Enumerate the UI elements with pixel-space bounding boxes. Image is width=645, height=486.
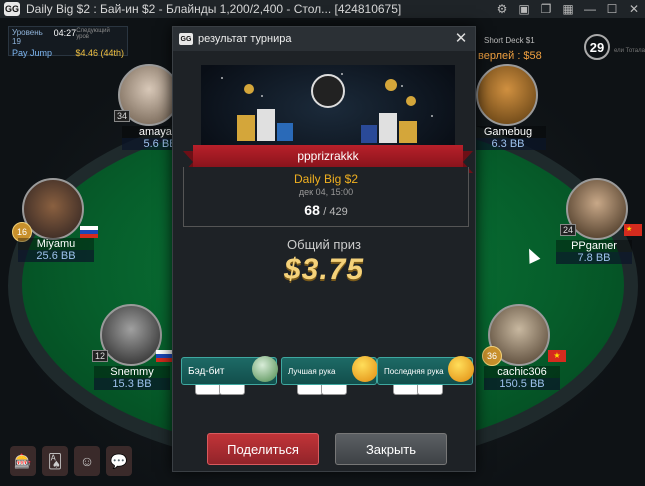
best-hand-button[interactable]: Лучшая рука [281, 356, 378, 385]
bad-beat-button[interactable]: Бэд-бит [181, 356, 278, 385]
hand-label: Бэд-бит [188, 365, 225, 377]
app-logo: GG [4, 2, 20, 16]
prize-label: Общий приз [287, 237, 361, 252]
globe-emoji-icon [252, 356, 278, 382]
close-button[interactable]: Закрыть [335, 433, 447, 465]
bottom-left-toolbar: 🎰 🂡 ☺ 💬 [10, 446, 132, 476]
player-label-miyamu: Miyamu 25.6 BB [18, 238, 94, 262]
maximize-icon[interactable]: ☐ [601, 0, 623, 18]
seat-number-badge: 24 [560, 224, 577, 236]
emote-icon[interactable]: ☺ [74, 446, 100, 476]
window-title: Daily Big $2 : Бай-ин $2 - Блайнды 1,200… [26, 2, 402, 16]
tables-icon[interactable]: ❐ [535, 0, 557, 18]
dialog-header: GG результат турнира ✕ [173, 27, 475, 51]
china-flag-icon: ★ [624, 224, 642, 236]
hand-history-icon[interactable]: 🂡 [42, 446, 68, 476]
next-level-label: Следующий уров [76, 28, 110, 40]
last-hand-button[interactable]: Последняя рука [377, 356, 474, 385]
player-avatar [476, 64, 538, 126]
finish-label: ели Тотала [614, 48, 645, 54]
player-seat-gamebug[interactable] [476, 64, 538, 126]
prize-value: $3.75 [283, 253, 365, 286]
player-stack: 7.8 BB [556, 252, 632, 264]
chat-icon[interactable]: 💬 [106, 446, 132, 476]
dialog-logo: GG [179, 33, 193, 45]
hand-label: Лучшая рука [288, 366, 336, 376]
tournament-result-dialog: GG результат турнира ✕ ppprizrakkk Daily… [172, 26, 476, 472]
seat-number-badge: 12 [92, 350, 109, 362]
pay-jump-label: Pay Jump [12, 48, 53, 58]
player-name-ribbon: ppprizrakkk [183, 145, 473, 173]
player-label-ppgamer: PPgamer 7.8 BB [556, 240, 632, 264]
hand-label: Последняя рука [384, 366, 444, 376]
seat-number-badge: 34 [114, 110, 131, 122]
vietnam-flag-icon: ★ [548, 350, 566, 362]
dialog-close-icon[interactable]: ✕ [453, 31, 469, 47]
finish-place: 68 / 429 [184, 202, 468, 218]
slot-machine-icon[interactable]: 🎰 [10, 446, 36, 476]
promo-prize: верлей : $58 [478, 50, 542, 62]
pay-jump-prize: $4.46 (44th) [75, 48, 124, 58]
level-timer: 04:27 [53, 28, 77, 38]
emoji-face-icon [448, 356, 474, 382]
player-name: cachic306 [484, 366, 560, 378]
player-stack: 6.3 BB [470, 138, 546, 150]
player-label-gamebug: Gamebug 6.3 BB [470, 126, 546, 150]
tournament-name: Daily Big $2 [293, 172, 359, 186]
total-players: / 429 [323, 206, 348, 218]
player-stack: 25.6 BB [18, 250, 94, 262]
player-label-cachic306: cachic306 150.5 BB [484, 366, 560, 390]
player-stack: 15.3 BB [94, 378, 170, 390]
window-titlebar: GG Daily Big $2 : Бай-ин $2 - Блайнды 1,… [0, 0, 645, 18]
minimize-icon[interactable]: — [579, 0, 601, 18]
russia-flag-icon [80, 226, 98, 238]
share-button[interactable]: Поделиться [207, 433, 319, 465]
promo-game-label: Short Deck $1 [484, 36, 535, 45]
player-avatar [100, 304, 162, 366]
player-name: Miyamu [18, 238, 94, 250]
player-name: Snemmy [94, 366, 170, 378]
player-label-snemmy: Snemmy 15.3 BB [94, 366, 170, 390]
window-close-icon[interactable]: ✕ [623, 0, 645, 18]
tournament-date: дек 04, 15:00 [298, 187, 354, 197]
player-name: Gamebug [470, 126, 546, 138]
tournament-ticket: Daily Big $2 дек 04, 15:00 68 / 429 [183, 167, 469, 227]
emoji-face-icon [352, 356, 378, 382]
settings-gear-icon[interactable]: ⚙ [491, 0, 513, 18]
player-stack: 150.5 BB [484, 378, 560, 390]
level-label: Уровень 19 [12, 28, 43, 46]
place-number: 68 [304, 202, 320, 218]
dialog-title: результат турнира [198, 33, 292, 45]
player-name: PPgamer [556, 240, 632, 252]
countdown-timer: 29 [584, 34, 610, 60]
player-seat-snemmy[interactable] [100, 304, 162, 366]
grid-icon[interactable]: ▦ [557, 0, 579, 18]
layout-icon[interactable]: ▣ [513, 0, 535, 18]
player-level-badge: 36 [482, 346, 502, 366]
tournament-info-panel[interactable]: Уровень 19 04:27 Следующий уров Pay Jump… [8, 26, 128, 58]
